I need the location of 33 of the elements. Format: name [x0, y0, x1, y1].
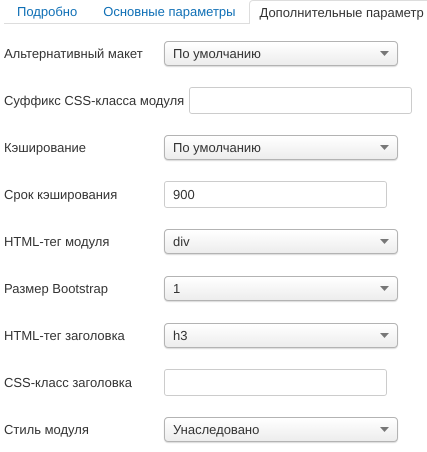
input-field[interactable]: [164, 369, 387, 396]
dropdown[interactable]: По умолчанию: [164, 135, 398, 160]
dropdown-value: div: [173, 232, 190, 251]
tab[interactable]: Дополнительные параметр: [248, 0, 427, 24]
caret-icon: [380, 286, 389, 291]
dropdown[interactable]: h3: [164, 323, 398, 348]
caret-icon: [380, 427, 389, 432]
caret-icon: [380, 239, 389, 244]
dropdown-value: 1: [173, 280, 180, 298]
dropdown[interactable]: div: [164, 229, 398, 254]
field-label: Суффикс CSS-класса модуля: [4, 92, 184, 110]
dropdown[interactable]: По умолчанию: [164, 41, 398, 66]
dropdown-value: По умолчанию: [173, 44, 261, 63]
field-label: HTML-тег заголовка: [4, 326, 126, 345]
caret-icon: [380, 145, 389, 150]
tab[interactable]: Основные параметры: [90, 0, 248, 24]
dropdown-value: Унаследовано: [173, 420, 260, 439]
field-label: HTML-тег модуля: [4, 232, 110, 251]
field-label: Стиль модуля: [4, 420, 90, 439]
field-label: Срок кэширования: [4, 186, 118, 204]
dropdown-value: По умолчанию: [173, 138, 261, 157]
caret-icon: [380, 333, 389, 338]
field-label: Альтернативный макет: [4, 44, 144, 63]
field-label: Кэширование: [4, 138, 88, 157]
dropdown-value: h3: [173, 326, 188, 345]
input-field[interactable]: 900: [164, 181, 387, 208]
caret-icon: [380, 51, 389, 56]
dropdown[interactable]: 1: [164, 276, 398, 301]
field-label: CSS-класс заголовка: [4, 374, 133, 392]
input-field[interactable]: [189, 87, 412, 114]
dropdown[interactable]: Унаследовано: [164, 417, 398, 442]
tab[interactable]: Подробно: [4, 0, 90, 24]
field-label: Размер Bootstrap: [4, 280, 109, 298]
